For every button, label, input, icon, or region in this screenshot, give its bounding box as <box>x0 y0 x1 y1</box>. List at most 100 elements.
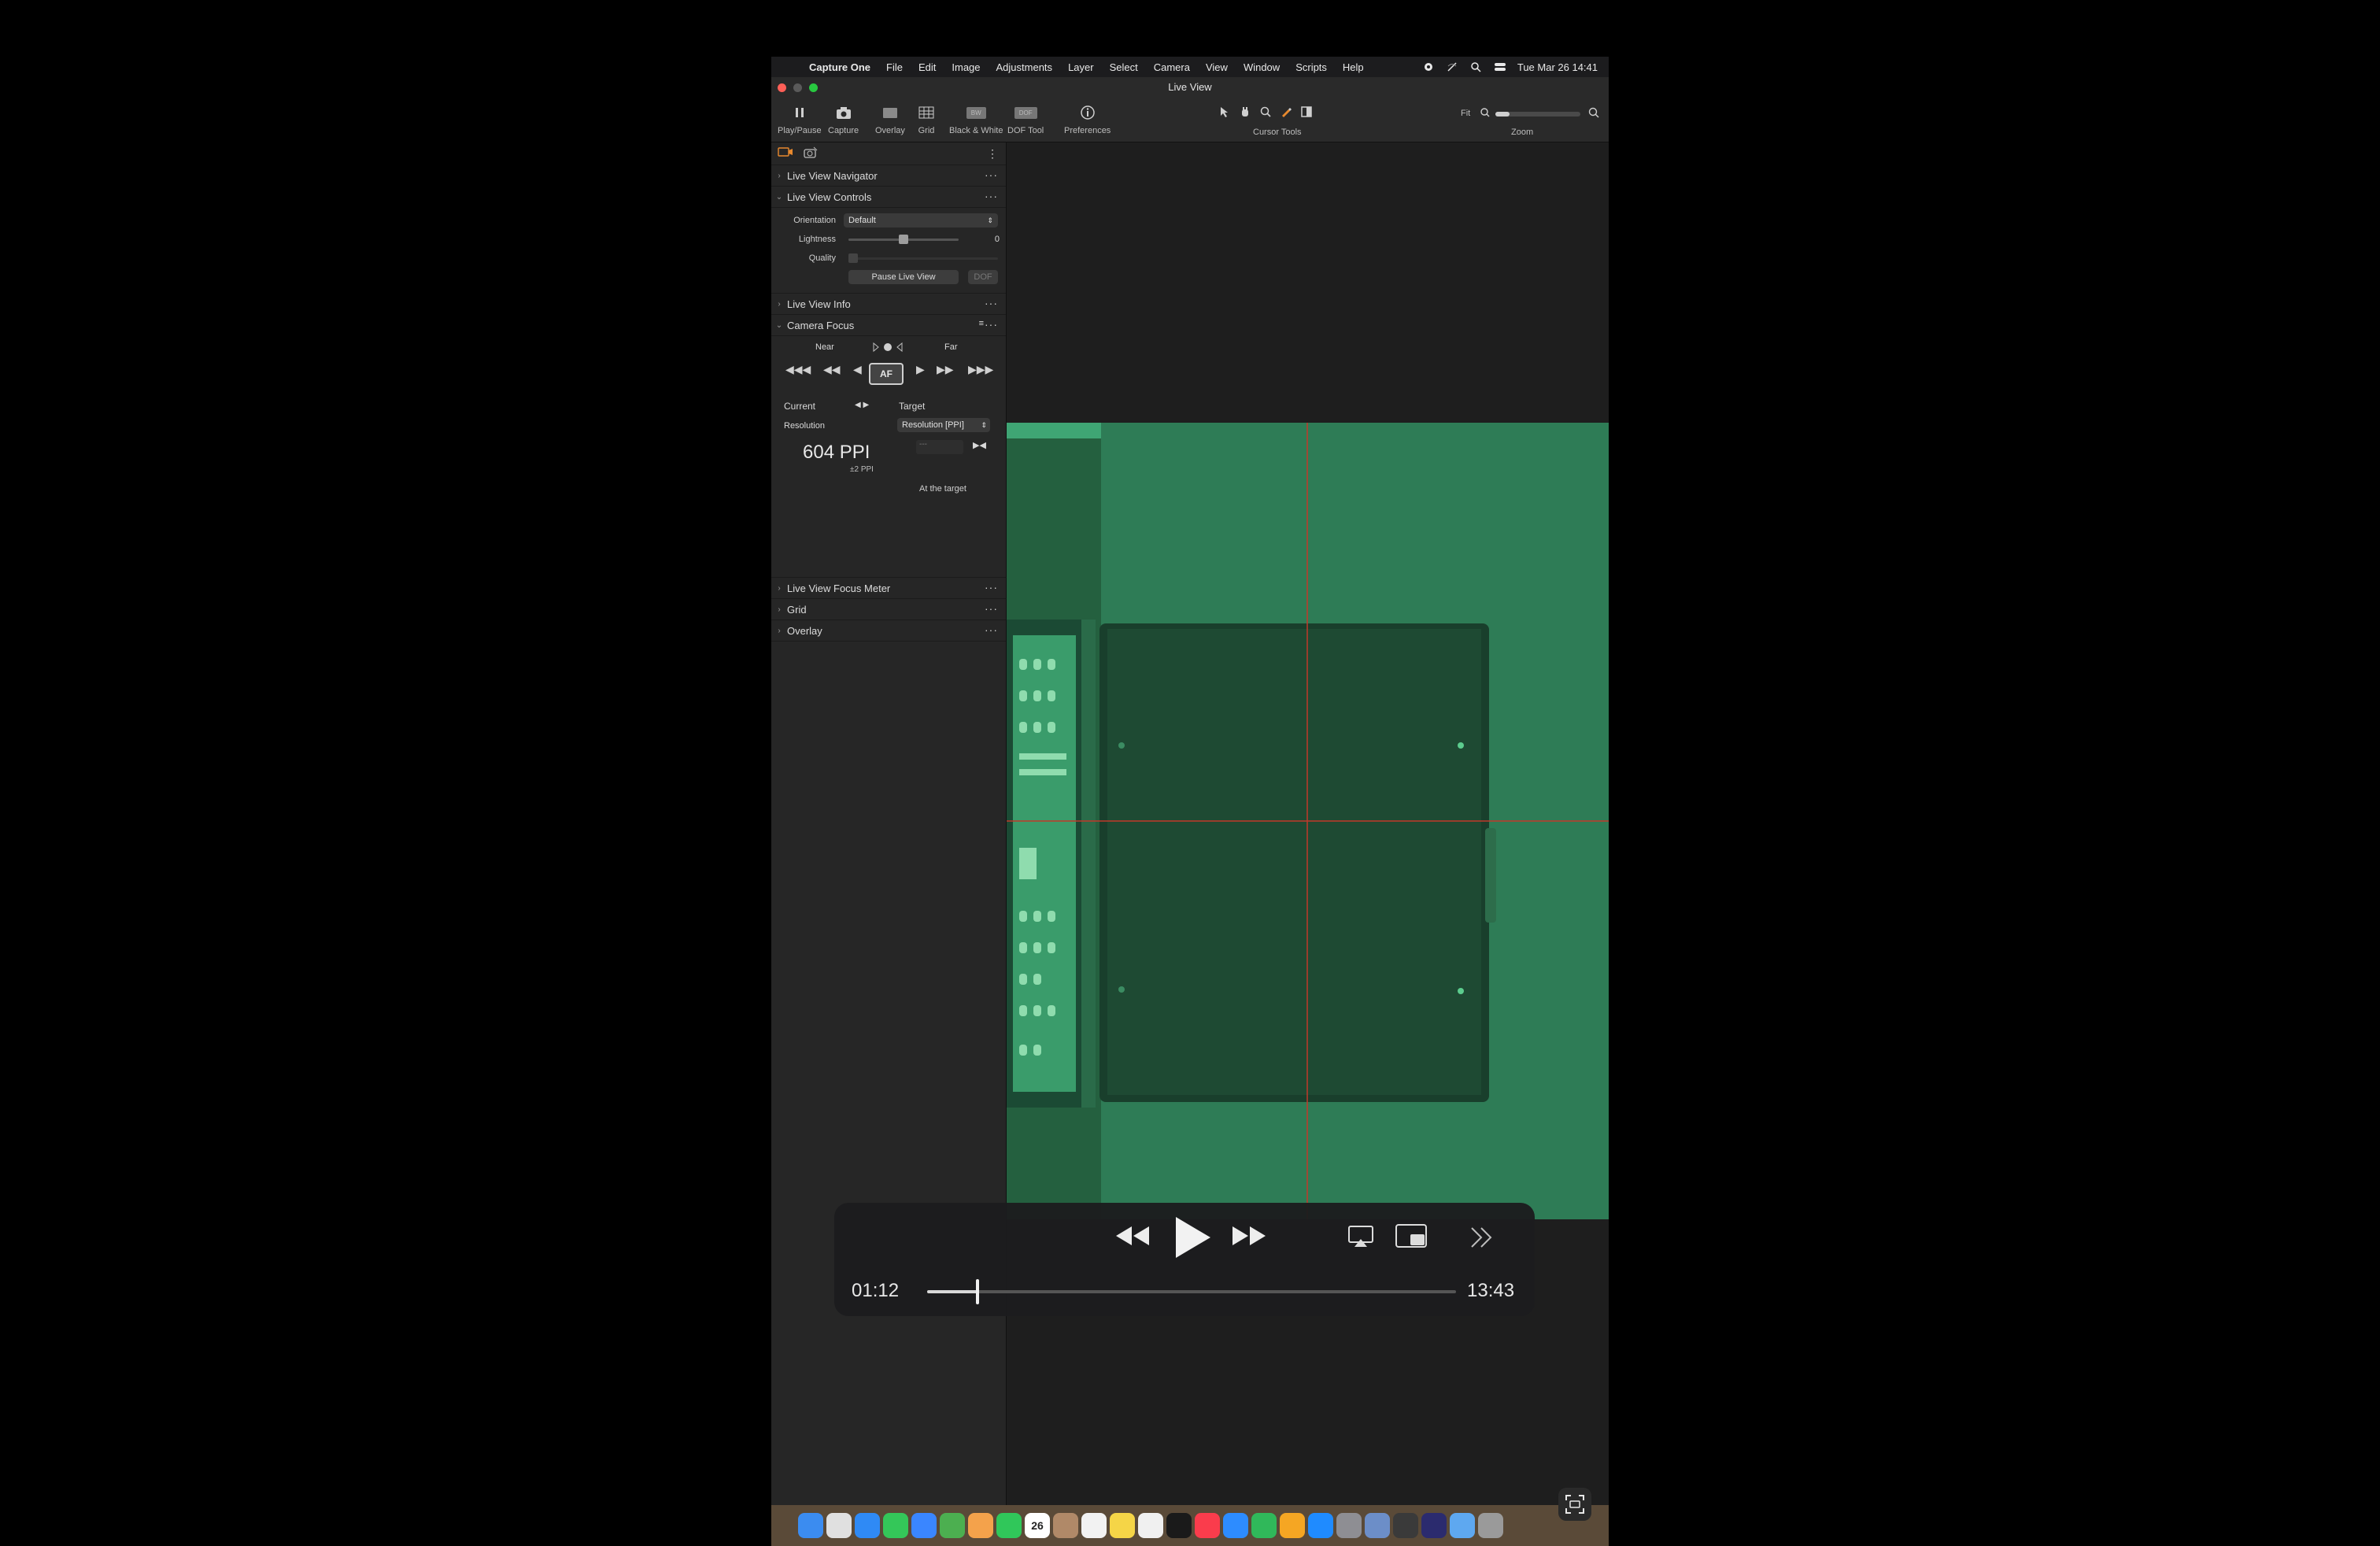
orientation-select[interactable]: Default ⇕ <box>844 213 998 227</box>
more-options-icon[interactable]: ··· <box>985 581 998 594</box>
screenshot-capture-button[interactable] <box>1558 1488 1591 1521</box>
notes-icon[interactable] <box>1110 1513 1135 1538</box>
more-options-icon[interactable]: ··· <box>985 623 998 636</box>
settings-icon[interactable] <box>1336 1513 1362 1538</box>
freeform-icon[interactable] <box>1138 1513 1163 1538</box>
finder-icon[interactable] <box>798 1513 823 1538</box>
menu-image[interactable]: Image <box>944 61 988 73</box>
menu-camera[interactable]: Camera <box>1146 61 1198 73</box>
lightness-value[interactable]: 0 <box>995 235 1000 244</box>
select-cursor-icon[interactable] <box>1218 105 1231 122</box>
section-live-view-navigator[interactable]: › Live View Navigator ··· <box>771 165 1006 187</box>
facetime-icon[interactable] <box>996 1513 1022 1538</box>
control-center-icon[interactable] <box>1494 61 1506 72</box>
list-view-icon[interactable]: ≡ <box>979 319 984 328</box>
focus-near-small-button[interactable]: ◀ <box>853 363 862 376</box>
panel-options-icon[interactable]: ⋮ <box>987 147 998 161</box>
more-options-icon[interactable]: ··· <box>985 602 998 615</box>
section-camera-focus[interactable]: ⌄ Camera Focus ≡ ··· <box>771 315 1006 336</box>
picture-in-picture-icon[interactable] <box>1395 1223 1429 1254</box>
focus-picker-icon[interactable] <box>1280 105 1292 122</box>
menu-help[interactable]: Help <box>1335 61 1372 73</box>
zoom-out-icon[interactable] <box>1480 107 1491 122</box>
menu-edit[interactable]: Edit <box>911 61 944 73</box>
wifi-off-icon[interactable] <box>1447 61 1458 72</box>
contacts-icon[interactable] <box>1053 1513 1078 1538</box>
live-view-image[interactable] <box>1007 423 1609 1219</box>
menu-scripts[interactable]: Scripts <box>1288 61 1335 73</box>
downloads-icon[interactable] <box>1450 1513 1475 1538</box>
more-options-icon[interactable]: ··· <box>985 190 998 202</box>
live-view-viewer[interactable] <box>1007 142 1609 1546</box>
live-view-tab-icon[interactable] <box>778 146 793 162</box>
zoom-in-icon[interactable] <box>1588 107 1599 122</box>
focus-near-large-button[interactable]: ◀◀◀ <box>785 363 811 376</box>
overlay-tool[interactable]: Overlay <box>875 102 905 135</box>
menu-app[interactable]: Capture One <box>801 61 878 73</box>
quicktime-icon[interactable] <box>1393 1513 1418 1538</box>
quality-slider[interactable] <box>848 253 998 263</box>
record-icon[interactable] <box>1423 61 1434 72</box>
capture-tool[interactable]: Capture <box>828 102 859 135</box>
mail-icon[interactable] <box>911 1513 937 1538</box>
calendar-icon[interactable]: 26 <box>1025 1513 1050 1538</box>
fit-button[interactable]: Fit <box>1461 109 1470 118</box>
camera-settings-tab-icon[interactable] <box>803 146 819 162</box>
menu-select[interactable]: Select <box>1102 61 1146 73</box>
menu-adjustments[interactable]: Adjustments <box>989 61 1061 73</box>
rewind-icon[interactable] <box>1114 1223 1151 1252</box>
music-icon[interactable] <box>1195 1513 1220 1538</box>
lightness-slider[interactable] <box>848 235 959 244</box>
dof-tool[interactable]: DOF DOF Tool <box>1007 102 1044 135</box>
preferences-tool[interactable]: Preferences <box>1064 102 1111 135</box>
fast-forward-icon[interactable] <box>1231 1223 1267 1252</box>
menu-layer[interactable]: Layer <box>1060 61 1102 73</box>
safari-icon[interactable] <box>855 1513 880 1538</box>
messages-icon[interactable] <box>883 1513 908 1538</box>
zoom-slider-knob[interactable] <box>1495 112 1510 117</box>
autofocus-button[interactable]: AF <box>869 363 904 385</box>
focus-far-medium-button[interactable]: ▶▶ <box>937 363 954 376</box>
capture-one-icon[interactable] <box>1421 1513 1447 1538</box>
black-white-tool[interactable]: BW Black & White <box>949 102 1003 135</box>
more-options-icon[interactable]: ··· <box>985 318 998 331</box>
play-pause-tool[interactable]: Play/Pause <box>778 102 822 135</box>
split-view-icon[interactable] <box>1300 105 1313 122</box>
preview-icon[interactable] <box>1365 1513 1390 1538</box>
trash-icon[interactable] <box>1478 1513 1503 1538</box>
section-live-view-controls[interactable]: ⌄ Live View Controls ··· <box>771 187 1006 208</box>
focus-far-large-button[interactable]: ▶▶▶ <box>968 363 993 376</box>
set-target-icon[interactable]: ▶◀ <box>973 440 986 450</box>
tv-icon[interactable] <box>1166 1513 1192 1538</box>
resolution-select[interactable]: Resolution [PPI] ⇕ <box>897 418 990 432</box>
grid-tool[interactable]: Grid <box>918 102 935 135</box>
zoom-slider[interactable] <box>1495 112 1580 117</box>
play-icon[interactable] <box>1173 1215 1212 1263</box>
photos-icon[interactable] <box>968 1513 993 1538</box>
section-grid[interactable]: › Grid ··· <box>771 599 1006 620</box>
playback-thumb[interactable] <box>975 1279 979 1304</box>
pages-icon[interactable] <box>1280 1513 1305 1538</box>
menu-file[interactable]: File <box>878 61 911 73</box>
current-nav-arrows[interactable]: ◀ ▶ <box>855 401 869 409</box>
airplay-icon[interactable] <box>1347 1225 1374 1252</box>
quality-slider-knob[interactable] <box>848 253 858 263</box>
reminders-icon[interactable] <box>1081 1513 1107 1538</box>
focus-near-medium-button[interactable]: ◀◀ <box>823 363 841 376</box>
playback-scrubber[interactable] <box>927 1279 1456 1304</box>
numbers-icon[interactable] <box>1251 1513 1277 1538</box>
zoom-cursor-icon[interactable] <box>1259 105 1272 122</box>
menubar-clock[interactable]: Tue Mar 26 14:41 <box>1517 61 1598 73</box>
more-options-icon[interactable]: ··· <box>985 168 998 181</box>
focus-far-small-button[interactable]: ▶ <box>916 363 925 376</box>
more-options-icon[interactable]: ··· <box>985 297 998 309</box>
maps-icon[interactable] <box>940 1513 965 1538</box>
more-chevrons-icon[interactable] <box>1469 1226 1494 1252</box>
target-ppi-input[interactable]: --- <box>916 440 963 454</box>
menu-window[interactable]: Window <box>1236 61 1288 73</box>
dof-button[interactable]: DOF <box>968 270 998 284</box>
section-overlay[interactable]: › Overlay ··· <box>771 620 1006 642</box>
section-live-view-focus-meter[interactable]: › Live View Focus Meter ··· <box>771 577 1006 599</box>
menu-view[interactable]: View <box>1198 61 1236 73</box>
keynote-icon[interactable] <box>1223 1513 1248 1538</box>
